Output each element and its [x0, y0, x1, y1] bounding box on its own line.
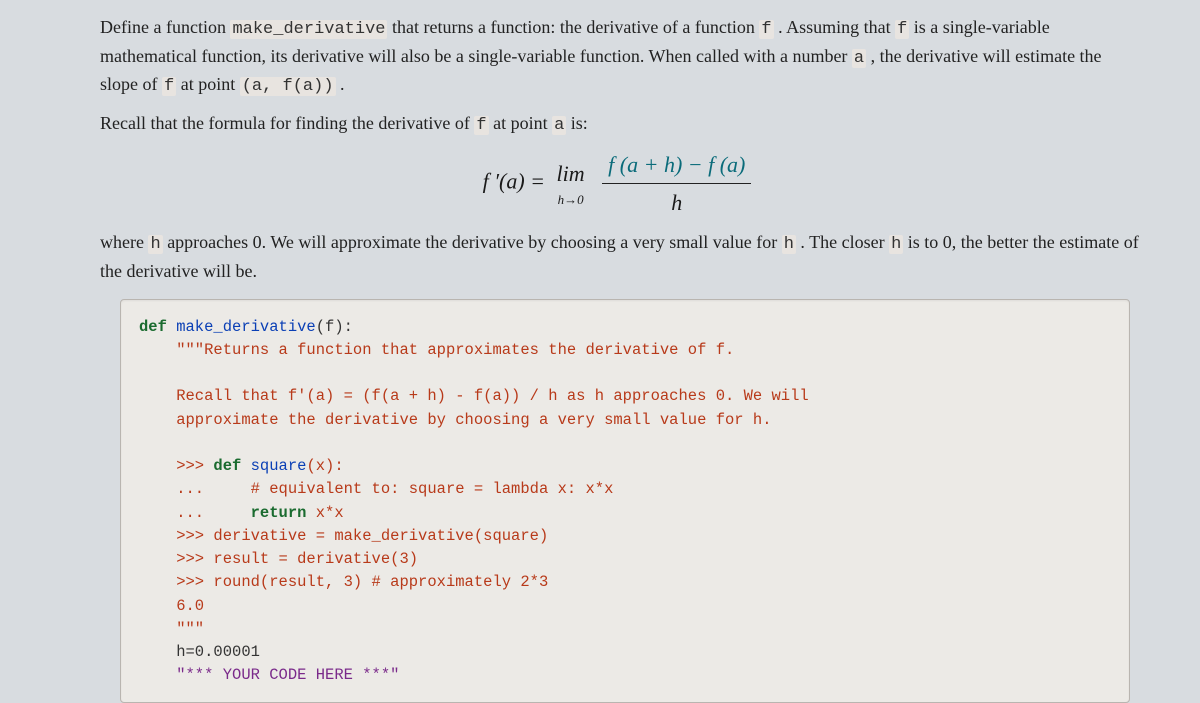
code-line: h=0.00001 [139, 643, 260, 661]
code-block: def make_derivative(f): """Returns a fun… [120, 299, 1130, 703]
code-f: f [759, 20, 773, 39]
code-text: (x): [306, 457, 343, 475]
doctest-cont: ... [139, 504, 251, 522]
docstring-line: approximate the derivative by choosing a… [139, 411, 772, 429]
code-point: (a, f(a)) [240, 77, 336, 96]
placeholder-string: "*** YOUR CODE HERE ***" [139, 666, 399, 684]
doctest-prompt: >>> [139, 457, 213, 475]
doctest-output: 6.0 [139, 597, 204, 615]
code-text: x*x [306, 504, 343, 522]
text: . The closer [796, 232, 889, 252]
text: . [336, 74, 345, 94]
doctest-line: >>> derivative = make_derivative(square) [139, 527, 548, 545]
instruction-paragraph-2: Recall that the formula for finding the … [100, 110, 1140, 139]
doctest-line: ... # equivalent to: square = lambda x: … [139, 480, 613, 498]
function-name: make_derivative [167, 318, 316, 336]
formula-lhs: f ′(a) = [483, 169, 551, 194]
doctest-line: >>> round(result, 3) # approximately 2*3 [139, 573, 548, 591]
docstring-line: """Returns a function that approximates … [139, 341, 734, 359]
limit-symbol: lim h→0 [557, 157, 585, 210]
function-name: square [241, 457, 306, 475]
text: Define a function [100, 17, 230, 37]
instruction-paragraph-3: where h approaches 0. We will approximat… [100, 229, 1140, 285]
keyword-def: def [213, 457, 241, 475]
text: is: [566, 113, 588, 133]
code-text: (f): [316, 318, 353, 336]
docstring-close: """ [139, 620, 204, 638]
instruction-paragraph-1: Define a function make_derivative that r… [100, 14, 1140, 100]
code-a: a [852, 49, 866, 68]
code-a: a [552, 116, 566, 135]
code-h: h [782, 235, 796, 254]
lim-sub: h→0 [557, 190, 585, 210]
keyword-return: return [251, 504, 307, 522]
code-h: h [889, 235, 903, 254]
code-f: f [895, 20, 909, 39]
lim-text: lim [557, 157, 585, 190]
derivative-formula: f ′(a) = lim h→0 f (a + h) − f (a) h [100, 148, 1140, 219]
code-f: f [162, 77, 176, 96]
text: Recall that the formula for finding the … [100, 113, 474, 133]
text: that returns a function: the derivative … [387, 17, 759, 37]
keyword-def: def [139, 318, 167, 336]
text: . Assuming that [774, 17, 896, 37]
code-f: f [474, 116, 488, 135]
denominator: h [602, 184, 751, 219]
code-pre: def make_derivative(f): """Returns a fun… [139, 316, 1111, 688]
text: where [100, 232, 148, 252]
fraction: f (a + h) − f (a) h [602, 148, 751, 219]
text: approaches 0. We will approximate the de… [163, 232, 782, 252]
numerator: f (a + h) − f (a) [602, 148, 751, 184]
text: at point [489, 113, 553, 133]
document-page: Define a function make_derivative that r… [0, 0, 1200, 643]
docstring-line: Recall that f'(a) = (f(a + h) - f(a)) / … [139, 387, 809, 405]
doctest-line: >>> result = derivative(3) [139, 550, 418, 568]
text: at point [176, 74, 240, 94]
code-make-derivative: make_derivative [230, 20, 387, 39]
code-h: h [148, 235, 162, 254]
